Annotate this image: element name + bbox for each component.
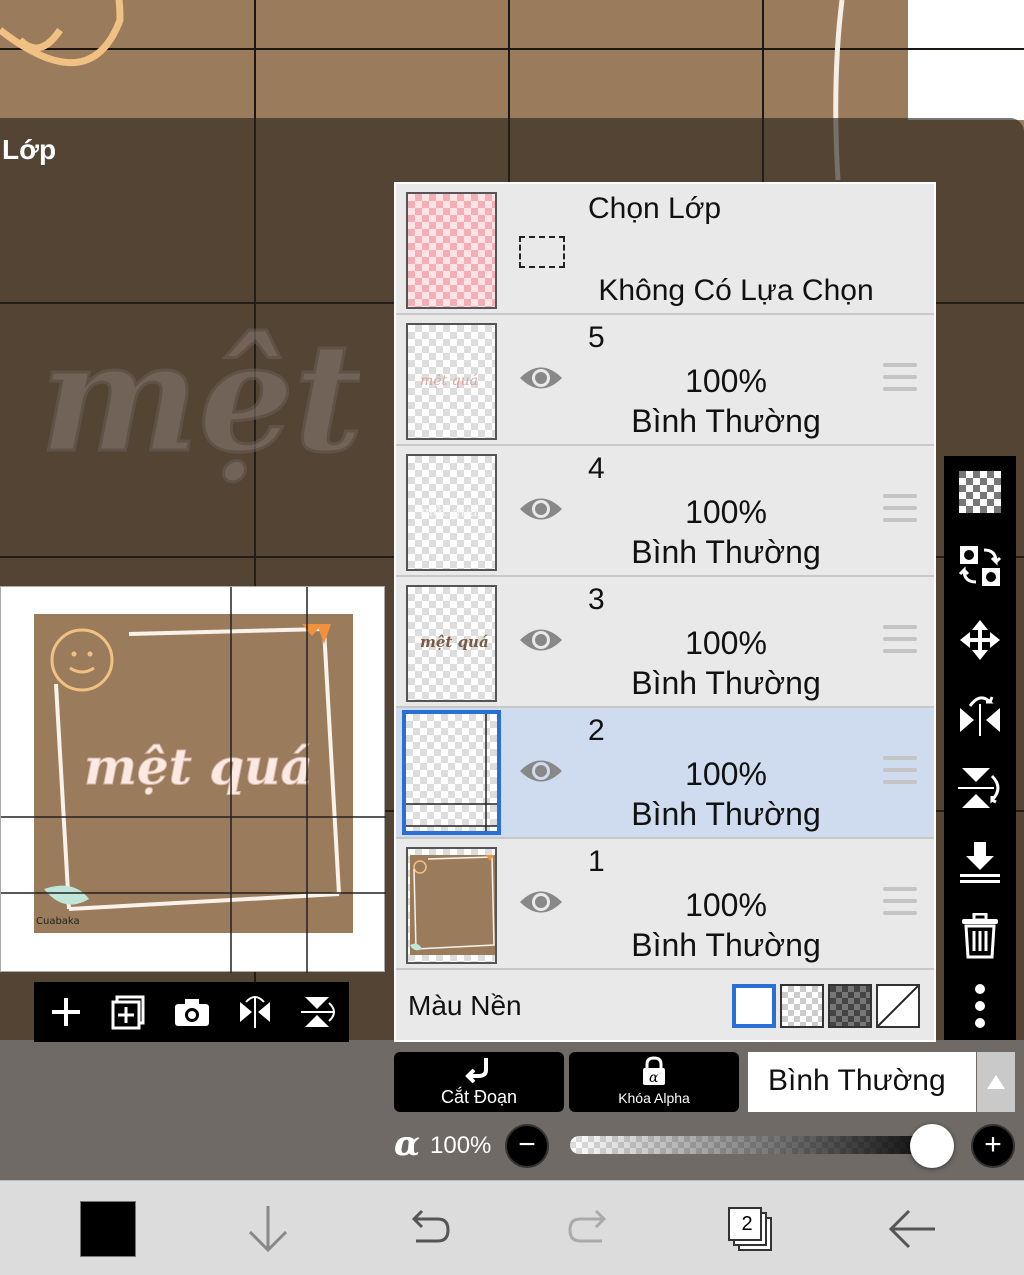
- selection-rect-icon: [519, 236, 565, 268]
- layer-thumbnail: mệt quá: [406, 323, 497, 440]
- alpha-lock-button[interactable]: α Khóa Alpha: [569, 1052, 739, 1112]
- flip-v-icon[interactable]: [292, 986, 344, 1038]
- svg-text:mệt: mệt: [40, 310, 360, 486]
- selection-thumbnail: [406, 192, 497, 309]
- layer-number: 5: [588, 321, 605, 354]
- canvas-white-area: [908, 0, 1024, 120]
- layer-opacity: 100%: [685, 363, 767, 399]
- triangle-up-icon: [987, 1075, 1005, 1089]
- layer-opacity: 100%: [685, 756, 767, 792]
- bg-white-swatch[interactable]: [732, 984, 776, 1028]
- redo-icon[interactable]: [558, 1197, 622, 1261]
- layer-swap-icon[interactable]: [954, 540, 1006, 592]
- drag-handle-icon[interactable]: [883, 625, 917, 655]
- blend-mode-select[interactable]: Bình Thường: [748, 1052, 976, 1112]
- layer-row-5[interactable]: mệt quá 5 100% Bình Thường: [396, 315, 934, 446]
- layer-thumbnail: [402, 710, 501, 835]
- clipping-button[interactable]: Cắt Đoạn: [394, 1052, 564, 1112]
- canvas-preview[interactable]: mệt quá Cuabaka: [0, 586, 386, 973]
- panel-title: Lớp: [2, 134, 57, 165]
- layer-list-panel: Chọn Lớp Không Có Lựa Chọn mệt quá 5 100…: [394, 182, 936, 1042]
- opacity-value: 100%: [430, 1132, 492, 1159]
- bg-checker-light-swatch[interactable]: [780, 984, 824, 1028]
- layer-row-1[interactable]: 1 100% Bình Thường: [396, 839, 934, 970]
- layer-blend-mode: Bình Thường: [631, 534, 821, 570]
- svg-text:mệt quá: mệt quá: [420, 373, 478, 389]
- visibility-eye-icon[interactable]: [518, 492, 564, 526]
- layer-row-4[interactable]: mệt quá 4 100% Bình Thường: [396, 446, 934, 577]
- opacity-decrease-button[interactable]: −: [505, 1124, 549, 1168]
- visibility-eye-icon[interactable]: [518, 361, 564, 395]
- add-layer-icon[interactable]: [40, 986, 92, 1038]
- more-icon[interactable]: [954, 980, 1006, 1032]
- color-swatch[interactable]: [80, 1201, 136, 1257]
- layer-tools-toolbar: [944, 456, 1016, 1040]
- opacity-slider-knob[interactable]: [910, 1124, 954, 1168]
- merge-down-icon[interactable]: [954, 836, 1006, 888]
- visibility-eye-icon[interactable]: [518, 885, 564, 919]
- svg-text:mệt quá: mệt quá: [420, 633, 489, 651]
- alpha-lock-label: Khóa Alpha: [618, 1090, 690, 1106]
- trash-icon[interactable]: [954, 910, 1006, 962]
- drag-handle-icon[interactable]: [883, 756, 917, 786]
- drag-handle-icon[interactable]: [883, 887, 917, 917]
- back-icon[interactable]: [880, 1197, 944, 1261]
- selection-title: Chọn Lớp: [588, 192, 722, 225]
- layer-number: 2: [588, 714, 605, 747]
- layer-number: 1: [588, 845, 605, 878]
- background-color-row: Màu Nền: [396, 974, 934, 1040]
- bg-none-swatch[interactable]: [876, 984, 920, 1028]
- layer-opacity: 100%: [685, 625, 767, 661]
- selection-status: Không Có Lựa Chọn: [598, 274, 874, 307]
- move-icon[interactable]: [954, 614, 1006, 666]
- flip-h-icon[interactable]: [229, 986, 281, 1038]
- layer-thumbnail: [406, 847, 497, 964]
- checker-icon[interactable]: [954, 466, 1006, 518]
- bg-checker-dark-swatch[interactable]: [828, 984, 872, 1028]
- svg-text:α: α: [649, 1070, 659, 1086]
- arrow-down-icon[interactable]: [236, 1197, 300, 1261]
- clipping-label: Cắt Đoạn: [440, 1087, 518, 1107]
- layer-opacity: 100%: [685, 887, 767, 923]
- lock-icon: α: [643, 1056, 665, 1086]
- layer-row-2[interactable]: 2 100% Bình Thường: [396, 708, 934, 839]
- canvas-big-text: mệt: [39, 309, 361, 488]
- add-image-layer-icon[interactable]: [103, 986, 155, 1038]
- layer-opacity: 100%: [685, 494, 767, 530]
- layer-blend-mode: Bình Thường: [631, 927, 821, 963]
- clipping-icon: [465, 1058, 488, 1084]
- bottom-toolbar: [0, 1180, 1024, 1275]
- alpha-symbol: α: [394, 1124, 421, 1164]
- flip-vertical-icon[interactable]: [954, 762, 1006, 814]
- layer-thumbnail: mệt quá: [406, 454, 497, 571]
- preview-toolbar: [34, 982, 349, 1042]
- visibility-eye-icon[interactable]: [518, 754, 564, 788]
- layer-thumbnail: mệt quá: [406, 585, 497, 702]
- camera-icon[interactable]: [166, 986, 218, 1038]
- visibility-eye-icon[interactable]: [518, 623, 564, 657]
- layer-number: 4: [588, 452, 605, 485]
- layer-count-badge: 2: [741, 1213, 753, 1235]
- drag-handle-icon[interactable]: [883, 494, 917, 524]
- undo-icon[interactable]: [396, 1197, 460, 1261]
- layer-row-3[interactable]: mệt quá 3 100% Bình Thường: [396, 577, 934, 708]
- opacity-increase-button[interactable]: +: [971, 1124, 1015, 1168]
- background-color-label: Màu Nền: [408, 990, 522, 1021]
- flip-horizontal-icon[interactable]: [954, 688, 1006, 740]
- svg-text:mệt quá: mệt quá: [420, 504, 478, 520]
- opacity-slider[interactable]: [570, 1136, 950, 1154]
- blend-mode-dropdown-arrow[interactable]: [977, 1052, 1015, 1112]
- layer-number: 3: [588, 583, 605, 616]
- layer-blend-mode: Bình Thường: [631, 665, 821, 701]
- smiley-stroke: [0, 0, 124, 66]
- layer-blend-mode: Bình Thường: [631, 403, 821, 439]
- selection-layer-row[interactable]: Chọn Lớp Không Có Lựa Chọn: [396, 184, 934, 315]
- layer-blend-mode: Bình Thường: [631, 796, 821, 832]
- drag-handle-icon[interactable]: [883, 363, 917, 393]
